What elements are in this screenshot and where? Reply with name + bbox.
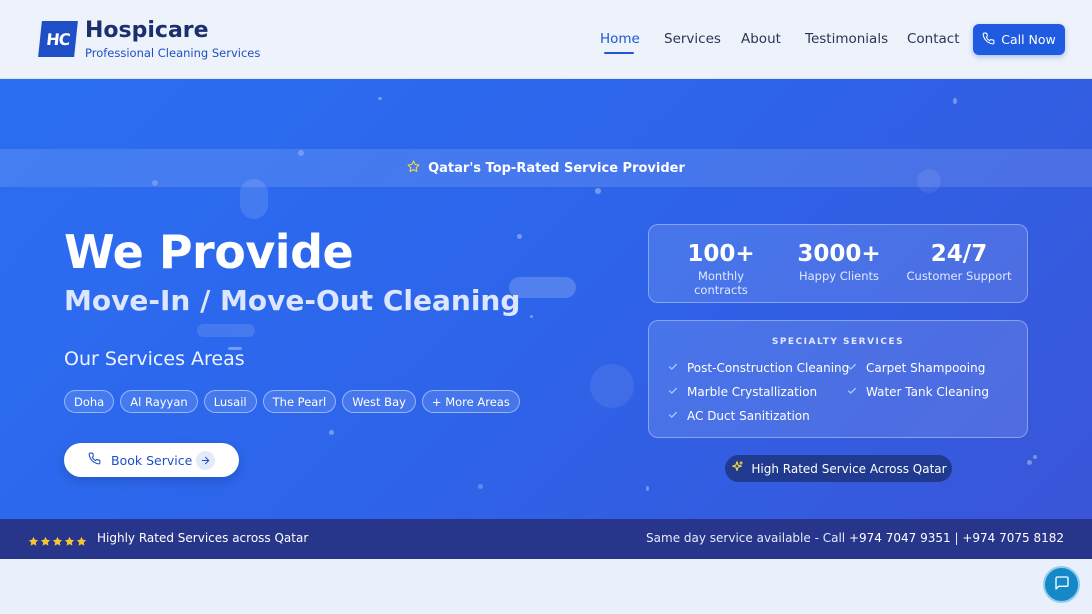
same-day-text: Same day service available - Call bbox=[646, 531, 846, 545]
check-icon bbox=[847, 361, 857, 375]
site-header: HC Hospicare Professional Cleaning Servi… bbox=[0, 0, 1092, 79]
arrow-right-icon bbox=[196, 451, 215, 470]
brand-tagline: Professional Cleaning Services bbox=[85, 46, 261, 60]
chat-widget-button[interactable] bbox=[1043, 566, 1080, 603]
stat-value: 3000+ bbox=[797, 241, 881, 267]
phone-link-1[interactable]: +974 7047 9351 bbox=[849, 531, 951, 545]
service-area-chips: Doha Al Rayyan Lusail The Pearl West Bay… bbox=[64, 390, 520, 413]
specialty-item: Carpet Shampooing bbox=[847, 361, 985, 375]
sparkle-icon bbox=[730, 460, 744, 477]
area-chip-doha[interactable]: Doha bbox=[64, 390, 115, 413]
call-now-button[interactable]: Call Now bbox=[973, 24, 1065, 55]
specialty-item: AC Duct Sanitization bbox=[668, 409, 810, 423]
specialty-item: Marble Crystallization bbox=[668, 385, 817, 399]
area-chip-west-bay[interactable]: West Bay bbox=[342, 390, 416, 413]
rated-badge-label: High Rated Service Across Qatar bbox=[751, 461, 947, 476]
area-chip-al-rayyan[interactable]: Al Rayyan bbox=[120, 390, 198, 413]
hero-subtitle: Move-In / Move-Out Cleaning bbox=[64, 284, 521, 317]
active-nav-indicator bbox=[604, 52, 634, 54]
check-icon bbox=[668, 409, 678, 423]
specialty-label: Post-Construction Cleaning bbox=[687, 361, 850, 375]
phone-icon bbox=[982, 32, 995, 48]
rating-strip: Highly Rated Services across Qatar Same … bbox=[0, 519, 1092, 559]
banner-text: Qatar's Top-Rated Service Provider bbox=[428, 160, 685, 176]
nav-about[interactable]: About bbox=[741, 31, 781, 47]
specialty-services-card: SPECIALTY SERVICES Post-Construction Cle… bbox=[648, 320, 1028, 438]
area-chip-more[interactable]: + More Areas bbox=[421, 390, 520, 413]
phone-separator: | bbox=[954, 531, 959, 545]
stat-label: Customer Support bbox=[906, 269, 1012, 283]
check-icon bbox=[847, 385, 857, 399]
service-areas-heading: Our Services Areas bbox=[64, 348, 245, 370]
star-icon bbox=[52, 532, 63, 551]
stat-value: 24/7 bbox=[930, 241, 988, 267]
stats-card: 100+ Monthly contracts 3000+ Happy Clien… bbox=[648, 224, 1028, 303]
contact-line: Same day service available - Call +974 7… bbox=[646, 531, 1064, 545]
nav-contact[interactable]: Contact bbox=[907, 31, 960, 47]
top-rated-banner: Qatar's Top-Rated Service Provider bbox=[0, 149, 1092, 187]
nav-home[interactable]: Home bbox=[600, 31, 640, 47]
check-icon bbox=[668, 361, 678, 375]
five-star-rating bbox=[28, 532, 87, 551]
phone-link-2[interactable]: +974 7075 8182 bbox=[962, 531, 1064, 545]
book-service-button[interactable]: Book Service bbox=[64, 443, 239, 477]
stat-contracts: 100+ Monthly contracts bbox=[671, 241, 771, 297]
star-icon bbox=[28, 532, 39, 551]
stat-label: Monthly contracts bbox=[694, 269, 748, 297]
stat-value: 100+ bbox=[687, 241, 755, 267]
call-now-label: Call Now bbox=[1001, 32, 1056, 47]
star-outline-icon bbox=[407, 160, 420, 177]
check-icon bbox=[668, 385, 678, 399]
specialty-label: Marble Crystallization bbox=[687, 385, 818, 399]
hero-title: We Provide bbox=[64, 225, 354, 279]
stat-clients: 3000+ Happy Clients bbox=[789, 241, 889, 283]
specialty-title: SPECIALTY SERVICES bbox=[771, 337, 905, 347]
star-icon bbox=[76, 532, 87, 551]
area-chip-lusail[interactable]: Lusail bbox=[203, 390, 257, 413]
star-icon bbox=[64, 532, 75, 551]
logo[interactable]: HC bbox=[38, 21, 78, 57]
chat-icon bbox=[1054, 575, 1070, 595]
stat-support: 24/7 Customer Support bbox=[904, 241, 1014, 283]
next-section bbox=[0, 559, 1092, 614]
high-rated-badge: High Rated Service Across Qatar bbox=[725, 455, 952, 482]
hero-section: Qatar's Top-Rated Service Provider We Pr… bbox=[0, 79, 1092, 519]
rating-text: Highly Rated Services across Qatar bbox=[97, 531, 309, 545]
specialty-label: Carpet Shampooing bbox=[866, 361, 986, 375]
nav-testimonials[interactable]: Testimonials bbox=[805, 31, 888, 47]
book-service-label: Book Service bbox=[111, 452, 193, 468]
brand-name[interactable]: Hospicare bbox=[85, 18, 209, 43]
specialty-item: Post-Construction Cleaning bbox=[668, 361, 849, 375]
phone-icon bbox=[88, 452, 101, 468]
stat-label: Happy Clients bbox=[798, 269, 880, 283]
nav-services[interactable]: Services bbox=[664, 31, 721, 47]
specialty-item: Water Tank Cleaning bbox=[847, 385, 989, 399]
specialty-label: AC Duct Sanitization bbox=[687, 409, 810, 423]
star-icon bbox=[40, 532, 51, 551]
area-chip-the-pearl[interactable]: The Pearl bbox=[262, 390, 337, 413]
specialty-label: Water Tank Cleaning bbox=[866, 385, 989, 399]
